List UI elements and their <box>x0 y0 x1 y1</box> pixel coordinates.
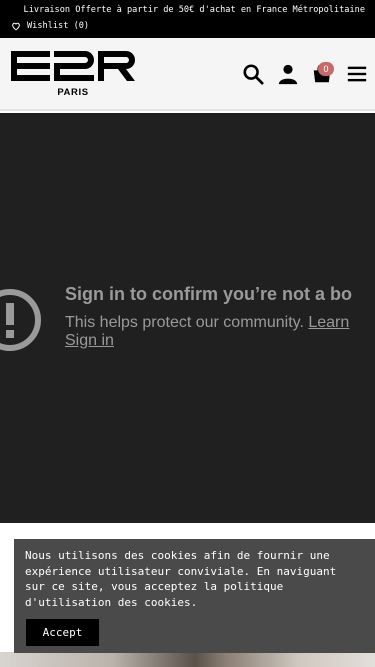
e2r-logotype <box>11 51 135 81</box>
signin-link[interactable]: Sign in <box>65 332 114 350</box>
embedded-video-player[interactable]: Sign in to confirm you’re not a bo This … <box>0 113 375 523</box>
cart-count-badge: 0 <box>318 62 334 76</box>
logo-subtext: PARIS <box>57 87 89 98</box>
top-announcement-bar: Livraison Offerte à partir de 50€ d'acha… <box>0 0 375 38</box>
hamburger-menu-icon <box>347 66 367 82</box>
search-button[interactable] <box>241 63 265 85</box>
warning-circle-icon <box>0 289 41 351</box>
wishlist-link[interactable]: Wishlist (0) <box>11 21 89 31</box>
signin-warning-description: This helps protect our community. Learn <box>65 314 349 332</box>
search-icon <box>243 64 264 85</box>
account-button[interactable] <box>276 63 300 85</box>
cookie-message: Nous utilisons des cookies afin de fourn… <box>25 549 337 610</box>
learn-more-link[interactable]: Learn <box>308 314 349 331</box>
heart-outline-icon <box>12 22 20 31</box>
description-text: This helps protect our community. <box>65 314 309 331</box>
site-header: PARIS <box>0 38 375 111</box>
accept-cookies-button[interactable]: Accept <box>26 619 99 646</box>
signin-warning-title: Sign in to confirm you’re not a bo <box>65 284 352 304</box>
user-icon <box>278 64 298 85</box>
shipping-promo-text: Livraison Offerte à partir de 50€ d'acha… <box>23 5 365 15</box>
menu-button[interactable] <box>345 63 369 85</box>
e2r-logo[interactable]: PARIS <box>11 51 136 99</box>
wishlist-label: Wishlist (0) <box>27 21 90 31</box>
hero-image-partial <box>0 652 375 667</box>
cookie-consent-banner: Nous utilisons des cookies afin de fourn… <box>14 539 375 653</box>
